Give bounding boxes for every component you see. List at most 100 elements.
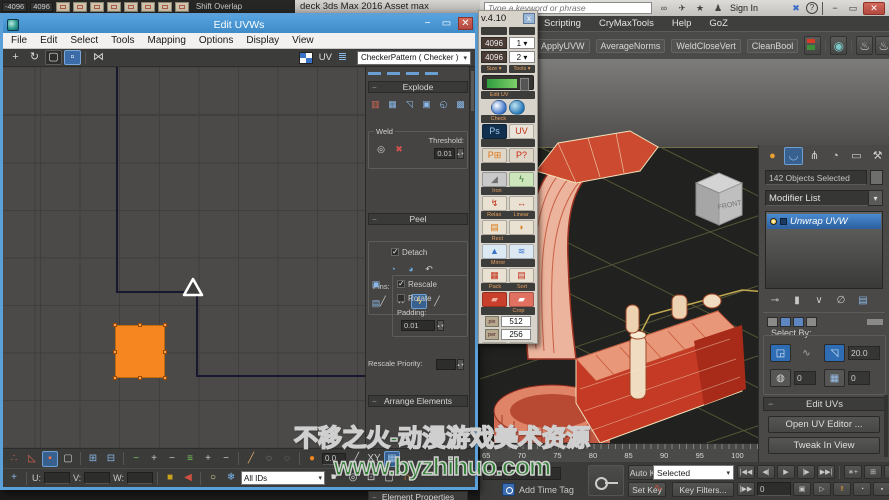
packer-error-icon[interactable]: P?	[509, 147, 534, 163]
texel-icon[interactable]: per	[485, 329, 499, 340]
modifier-enable-bulb-icon[interactable]	[770, 218, 777, 225]
modifier-stack[interactable]: Unwrap UVW	[765, 211, 883, 289]
macro-button[interactable]	[157, 1, 172, 12]
sort-stamp-icon[interactable]: ▤	[509, 267, 534, 283]
uv-sphere-icon[interactable]	[509, 99, 525, 115]
set-keys-button[interactable]	[588, 465, 624, 496]
uv-menu-display[interactable]: Display	[246, 35, 279, 46]
macro-button[interactable]	[89, 1, 104, 12]
preview-button[interactable]	[767, 317, 778, 327]
palette-chip[interactable]: Tools ▾	[509, 65, 535, 73]
stitch-dragon-icon[interactable]: ϟ	[509, 171, 534, 187]
explode-rollout[interactable]: − Explode	[368, 81, 468, 93]
explode-mapid-icon[interactable]: ▩	[453, 97, 468, 112]
keyboard-shortcut-icon[interactable]: ▣	[793, 482, 811, 496]
explode-elements-icon[interactable]: ▣	[419, 97, 434, 112]
make-unique-icon[interactable]: ∨	[809, 293, 829, 308]
modifier-list-arrow[interactable]: ▾	[868, 190, 883, 206]
weld-close-vert-button[interactable]: WeldCloseVert	[671, 38, 741, 53]
relax-icon[interactable]: ↯	[482, 195, 507, 211]
snap-magnet-icon[interactable]: ∩	[399, 470, 415, 486]
uv-canvas[interactable]	[3, 67, 365, 448]
material-id-value[interactable]: 0	[848, 371, 870, 385]
mirror-warning-icon[interactable]: ‼	[833, 482, 851, 496]
zoom-region-icon[interactable]: ⊡	[363, 470, 379, 486]
align-quads-icon[interactable]: ▰	[482, 291, 507, 307]
angle-snap-icon[interactable]: ◉	[884, 465, 889, 479]
favorites-star-icon[interactable]: ★	[692, 1, 708, 16]
channel-dropdown[interactable]: 2 ▾	[509, 51, 535, 63]
preview-button[interactable]	[793, 317, 804, 327]
coordinate-field[interactable]: 0.0	[483, 467, 561, 480]
move-tool-icon[interactable]: +	[7, 50, 24, 65]
paint-select-icon[interactable]: ╱	[243, 451, 259, 467]
user-icon[interactable]: ♟	[710, 1, 726, 16]
packer-icon[interactable]: P⊞	[482, 147, 507, 163]
add-time-tag[interactable]: Add Time Tag	[502, 483, 574, 496]
texel-size-field[interactable]: 256	[501, 329, 531, 340]
iron-icon[interactable]: ◢	[482, 171, 507, 187]
grow-ring-icon[interactable]: +	[200, 451, 216, 467]
shrink-uv-selection-icon[interactable]: ⊟	[103, 451, 119, 467]
rotate-checkbox[interactable]: Rotate	[397, 294, 432, 303]
peel-rollout[interactable]: − Peel	[368, 213, 468, 225]
palette-chip[interactable]	[509, 27, 535, 35]
close-icon[interactable]: ✕	[458, 17, 473, 30]
next-key-icon[interactable]: |▶	[797, 465, 815, 479]
edit-uvs-rollout[interactable]: − Edit UVs	[763, 397, 886, 411]
rendered-frame-window-icon[interactable]: ♨	[875, 36, 889, 55]
maxscript-listener-icon[interactable]: ▪	[873, 482, 889, 496]
main-menu-scripting[interactable]: Scripting	[544, 18, 581, 29]
main-menu-crymaxtools[interactable]: CryMaxTools	[599, 18, 654, 29]
explode-smoothing-icon[interactable]: ◵	[436, 97, 451, 112]
options-list-icon[interactable]: ≣	[334, 50, 351, 65]
textools-icon[interactable]	[804, 36, 822, 55]
macro-button[interactable]	[174, 1, 189, 12]
show-map-icon[interactable]	[298, 51, 313, 64]
crop-quads-icon[interactable]: ▰	[509, 291, 534, 307]
pack-normalize-icon[interactable]: ▣	[368, 277, 384, 292]
pack-stamp-icon[interactable]: ▦	[482, 267, 507, 283]
close-window-icon[interactable]: ✕	[863, 1, 885, 15]
dice-icon[interactable]: ⚄	[482, 341, 507, 343]
minimize-window-icon[interactable]: −	[827, 1, 843, 16]
u-field[interactable]	[44, 472, 70, 484]
configure-modifier-sets-icon[interactable]: ▤	[853, 293, 873, 308]
bulb-icon[interactable]: ○	[205, 470, 221, 486]
uv-menu-select[interactable]: Select	[70, 35, 98, 46]
create-tab-icon[interactable]: ●	[763, 147, 782, 165]
rescale-priority-field[interactable]	[436, 359, 456, 370]
zoom-extents-icon[interactable]: ▢	[381, 470, 397, 486]
mirror-tree-icon[interactable]: ▲	[482, 243, 507, 259]
next-frame-icon[interactable]: |▶▶	[737, 482, 755, 496]
snowflake-icon[interactable]: ❄	[223, 470, 239, 486]
scale-tool-icon[interactable]: ▢	[45, 50, 62, 65]
selected-uv-cluster[interactable]	[113, 323, 167, 380]
checker-preview-button[interactable]	[482, 75, 534, 91]
smoothing-group-value[interactable]: 0	[794, 371, 816, 385]
explode-edges-icon[interactable]: ◹	[402, 97, 417, 112]
checker-pattern-dropdown[interactable]: CheckerPattern ( Checker ) ▾	[357, 50, 471, 65]
modifier-stack-row[interactable]: Unwrap UVW	[767, 214, 881, 229]
maximize-window-icon[interactable]: ▭	[845, 1, 861, 16]
uv-channel-label[interactable]: UV	[319, 52, 332, 63]
search-binoculars-icon[interactable]: ∞	[656, 1, 672, 16]
texel-size-field[interactable]: 512	[501, 316, 531, 327]
texture-size-field[interactable]: 4096	[481, 37, 507, 49]
display-tab-icon[interactable]: ▭	[847, 147, 866, 165]
uv-3d-icon[interactable]: UV	[509, 123, 534, 139]
checker-sphere-icon[interactable]	[491, 99, 507, 115]
paint-brush-size-icon[interactable]: ◌	[261, 451, 277, 467]
selection-set-dropdown[interactable]: Selected ▾	[653, 465, 734, 480]
edit-uvws-titlebar[interactable]: Edit UVWs − ▭ ✕	[3, 16, 475, 33]
preview-button[interactable]	[780, 317, 791, 327]
straighten-icon[interactable]: ≋	[509, 243, 534, 259]
break-icon[interactable]: ▥	[368, 97, 383, 112]
key-filters-button[interactable]: Key Filters...	[672, 482, 734, 497]
element-mode-icon[interactable]: ▢	[60, 451, 76, 467]
vertex-mode-icon[interactable]: ∴	[6, 451, 22, 467]
texel-icon[interactable]: pix	[485, 316, 499, 327]
face-mode-icon[interactable]: ▪	[42, 450, 58, 467]
pin-stack-icon[interactable]: ⊸	[765, 293, 785, 308]
element-properties-rollout[interactable]: − Element Properties	[368, 491, 468, 500]
